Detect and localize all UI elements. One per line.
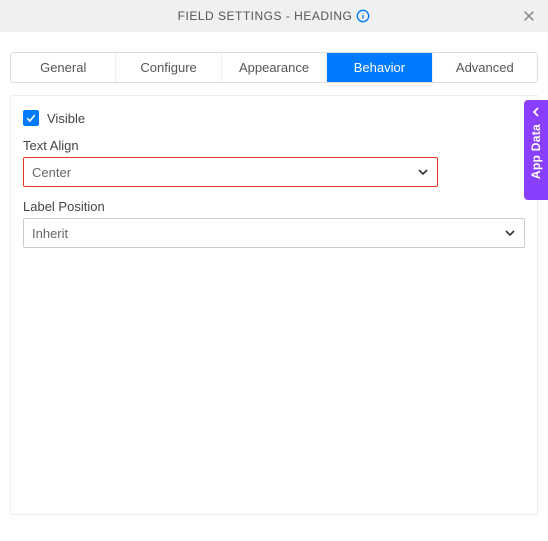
tab-advanced[interactable]: Advanced <box>433 53 537 82</box>
tab-general[interactable]: General <box>11 53 116 82</box>
label-position-label: Label Position <box>23 199 525 214</box>
chevron-left-icon <box>530 106 542 118</box>
tab-behavior[interactable]: Behavior <box>327 53 432 82</box>
text-align-select[interactable]: Center <box>23 157 438 187</box>
label-position-row: Label Position Inherit <box>23 199 525 248</box>
label-position-value: Inherit <box>32 226 68 241</box>
dialog-title-wrap: FIELD SETTINGS - HEADING <box>178 9 371 23</box>
visible-label: Visible <box>47 111 85 126</box>
app-data-label: App Data <box>529 124 543 179</box>
tabs: General Configure Appearance Behavior Ad… <box>10 52 538 83</box>
visible-checkbox[interactable] <box>23 110 39 126</box>
text-align-label: Text Align <box>23 138 525 153</box>
tab-appearance[interactable]: Appearance <box>222 53 327 82</box>
app-data-drawer-handle[interactable]: App Data <box>524 100 548 200</box>
tab-configure[interactable]: Configure <box>116 53 221 82</box>
chevron-down-icon <box>504 227 516 239</box>
text-align-value: Center <box>32 165 71 180</box>
dialog-title: FIELD SETTINGS - HEADING <box>178 9 353 23</box>
info-icon[interactable] <box>356 9 370 23</box>
chevron-down-icon <box>417 166 429 178</box>
close-button[interactable] <box>520 7 538 25</box>
dialog-header: FIELD SETTINGS - HEADING <box>0 0 548 32</box>
label-position-select[interactable]: Inherit <box>23 218 525 248</box>
text-align-row: Text Align Center <box>23 138 525 187</box>
visible-row: Visible <box>23 110 525 126</box>
settings-panel: Visible Text Align Center Label Position… <box>10 95 538 515</box>
